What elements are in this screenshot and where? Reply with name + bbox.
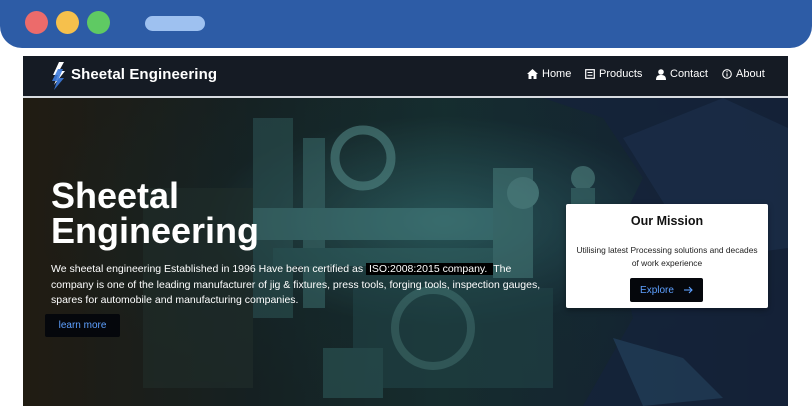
maximize-window-button[interactable]: [87, 11, 110, 34]
mission-text: Utilising latest Processing solutions an…: [576, 245, 758, 268]
nav-contact[interactable]: Contact: [656, 68, 708, 80]
products-icon: [585, 69, 595, 79]
navbar: Sheetal Engineering Home Products Contac…: [23, 56, 788, 98]
hero-text-start: We sheetal engineering Established in 19…: [51, 263, 367, 275]
nav-home-label: Home: [542, 68, 572, 80]
home-icon: [527, 69, 538, 79]
hero-title-line2: Engineering: [51, 210, 260, 251]
mission-card: Our Mission Utilising latest Processing …: [566, 204, 768, 308]
nav-about[interactable]: About: [722, 68, 765, 80]
website-viewport: Sheetal Engineering Home Products Contac…: [23, 56, 788, 406]
hero-title: Sheetal Engineering: [51, 178, 260, 251]
close-window-button[interactable]: [25, 11, 48, 34]
browser-chrome: [0, 0, 812, 48]
mission-title: Our Mission: [630, 214, 704, 228]
iso-certification-highlight: ISO:2008:2015 company.: [366, 263, 494, 275]
nav-products-label: Products: [599, 68, 643, 80]
user-icon: [656, 68, 666, 80]
minimize-window-button[interactable]: [56, 11, 79, 34]
nav-contact-label: Contact: [670, 68, 708, 80]
brand-name[interactable]: Sheetal Engineering: [71, 66, 217, 83]
explore-button-label: Explore: [640, 284, 674, 296]
learn-more-button[interactable]: learn more: [45, 314, 120, 337]
address-bar[interactable]: [145, 16, 205, 31]
nav-about-label: About: [736, 68, 765, 80]
lightning-logo-icon[interactable]: [49, 61, 69, 91]
explore-button[interactable]: Explore: [630, 278, 703, 302]
hero-description: We sheetal engineering Established in 19…: [51, 262, 546, 309]
info-icon: [722, 69, 732, 79]
nav-products[interactable]: Products: [585, 68, 642, 80]
arrow-right-icon: [683, 286, 693, 294]
hero-section: Sheetal Engineering We sheetal engineeri…: [23, 98, 788, 406]
nav-home[interactable]: Home: [527, 68, 571, 80]
